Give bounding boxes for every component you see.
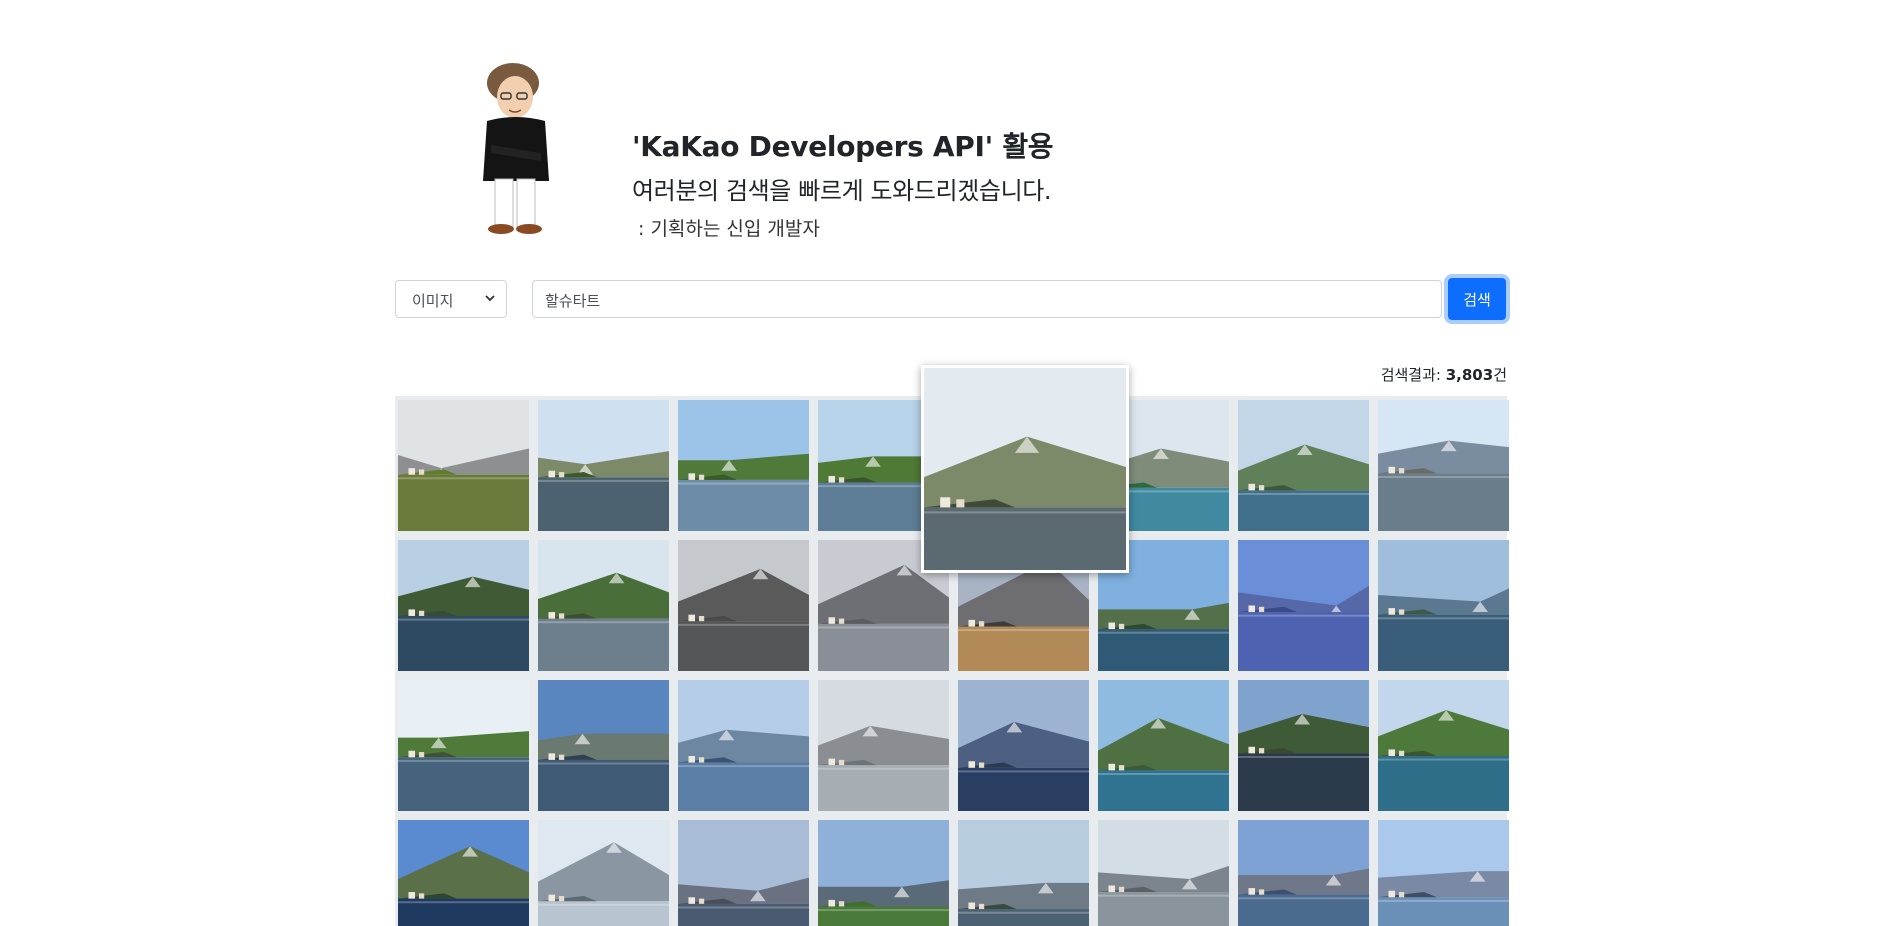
image-thumbnail[interactable] xyxy=(1238,680,1369,811)
image-thumbnail[interactable] xyxy=(958,680,1089,811)
image-thumbnail[interactable] xyxy=(818,820,949,926)
image-thumbnail[interactable] xyxy=(1238,820,1369,926)
search-type-value: 이미지 xyxy=(412,292,454,310)
chevron-down-icon xyxy=(485,295,495,302)
search-input[interactable]: 할슈타트 xyxy=(532,280,1442,318)
image-thumbnail[interactable] xyxy=(1238,540,1369,671)
image-thumbnail[interactable] xyxy=(818,680,949,811)
developer-avatar xyxy=(483,63,549,234)
image-thumbnail[interactable] xyxy=(538,820,669,926)
page-subtitle: 여러분의 검색을 빠르게 도와드리겠습니다. xyxy=(632,177,1052,205)
author-caption: : 기획하는 신입 개발자 xyxy=(638,218,820,240)
image-thumbnail[interactable] xyxy=(398,820,529,926)
page-title: 'KaKao Developers API' 활용 xyxy=(632,130,1054,163)
image-thumbnail[interactable] xyxy=(1378,400,1509,531)
image-thumbnail[interactable] xyxy=(1098,680,1229,811)
image-thumbnail[interactable] xyxy=(538,680,669,811)
image-thumbnail[interactable] xyxy=(398,680,529,811)
image-thumbnail[interactable] xyxy=(398,400,529,531)
image-thumbnail[interactable] xyxy=(678,680,809,811)
image-thumbnail[interactable] xyxy=(1378,540,1509,671)
image-thumbnail[interactable] xyxy=(538,400,669,531)
image-hover-preview[interactable] xyxy=(921,365,1129,573)
image-thumbnail[interactable] xyxy=(1378,680,1509,811)
image-thumbnail[interactable] xyxy=(958,820,1089,926)
image-thumbnail[interactable] xyxy=(1238,400,1369,531)
header: 'KaKao Developers API' 활용 여러분의 검색을 빠르게 도… xyxy=(461,55,1161,240)
search-bar: 이미지 할슈타트 검색 xyxy=(395,278,1507,320)
search-query-text: 할슈타트 xyxy=(545,292,601,310)
image-thumbnail[interactable] xyxy=(678,400,809,531)
result-count-unit: 건 xyxy=(1493,366,1507,384)
result-count-label: 검색결과: xyxy=(1380,366,1446,384)
result-count: 검색결과: 3,803건 xyxy=(1381,364,1507,385)
search-button[interactable]: 검색 xyxy=(1448,278,1506,320)
search-type-select[interactable]: 이미지 xyxy=(395,280,507,318)
result-count-value: 3,803 xyxy=(1445,366,1494,384)
image-thumbnail[interactable] xyxy=(1378,820,1509,926)
image-thumbnail[interactable] xyxy=(538,540,669,671)
image-thumbnail[interactable] xyxy=(1098,820,1229,926)
image-thumbnail[interactable] xyxy=(398,540,529,671)
image-thumbnail[interactable] xyxy=(678,540,809,671)
image-thumbnail[interactable] xyxy=(678,820,809,926)
